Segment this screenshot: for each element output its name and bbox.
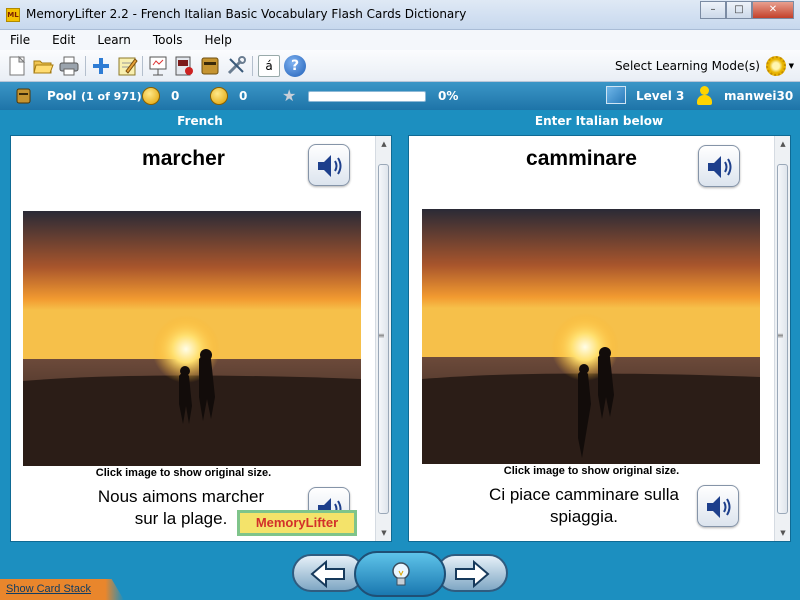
- level-icon: [606, 86, 626, 104]
- title-bar: ML MemoryLifter 2.2 - French Italian Bas…: [0, 0, 800, 30]
- scroll-down-icon[interactable]: ▼: [775, 525, 790, 541]
- add-card-icon[interactable]: [90, 55, 112, 77]
- hint-button[interactable]: [354, 551, 446, 597]
- question-panel-title: French: [177, 114, 223, 128]
- next-card-button[interactable]: [436, 554, 508, 592]
- show-card-stack-link[interactable]: Show Card Stack: [6, 583, 91, 595]
- dictionary-icon[interactable]: [199, 55, 221, 77]
- minimize-button[interactable]: –: [700, 1, 726, 19]
- answer-image[interactable]: [422, 209, 760, 464]
- menu-learn[interactable]: Learn: [97, 33, 131, 47]
- question-image[interactable]: [23, 211, 361, 466]
- app-icon: ML: [6, 8, 20, 22]
- speaker-icon: [707, 496, 731, 518]
- menu-tools[interactable]: Tools: [153, 33, 183, 47]
- pool-icon: [16, 88, 31, 104]
- answer-sentence-audio-button[interactable]: [697, 485, 739, 527]
- arrow-right-icon: [455, 559, 490, 589]
- show-card-stack-tab[interactable]: Show Card Stack: [0, 579, 124, 600]
- print-icon[interactable]: [58, 55, 80, 77]
- grip-icon: ≡: [777, 331, 784, 340]
- speaker-icon: [318, 155, 342, 177]
- toolbar-separator: [252, 56, 253, 76]
- answer-example-sentence: Ci piace camminare sulla spiaggia.: [459, 484, 709, 528]
- question-sentence-line-1: Nous aimons marcher: [97, 487, 265, 506]
- scroll-up-icon[interactable]: ▲: [376, 136, 391, 152]
- lightbulb-icon: [392, 562, 410, 586]
- user-name: manwei30: [724, 89, 794, 103]
- question-word: marcher: [142, 147, 225, 170]
- toolbar: á ? Select Learning Mode(s) ▼: [0, 50, 800, 82]
- toolbar-separator: [85, 56, 86, 76]
- question-scrollbar[interactable]: ▲ ≡ ▼: [375, 136, 391, 541]
- presentation-icon[interactable]: [147, 55, 169, 77]
- main-area: French Enter Italian below marcher Click…: [0, 110, 800, 600]
- new-icon[interactable]: [6, 55, 28, 77]
- pool-label: Pool: [47, 89, 77, 103]
- happy-smiley-icon: [142, 87, 160, 105]
- question-card: marcher Click image to show original siz…: [10, 135, 392, 542]
- answer-sentence-line-1: Ci piace camminare sulla: [489, 485, 679, 504]
- tools-icon[interactable]: [225, 55, 247, 77]
- answer-image-caption: Click image to show original size.: [503, 465, 680, 477]
- special-char-icon[interactable]: á: [258, 55, 280, 77]
- help-icon[interactable]: ?: [284, 55, 306, 77]
- level-label: Level 3: [636, 89, 685, 103]
- menu-file[interactable]: File: [10, 33, 30, 47]
- select-learning-mode-label[interactable]: Select Learning Mode(s): [615, 59, 760, 73]
- menu-help[interactable]: Help: [204, 33, 231, 47]
- grip-icon: ≡: [378, 331, 385, 340]
- window-title: MemoryLifter 2.2 - French Italian Basic …: [26, 7, 467, 21]
- arrow-left-icon: [310, 559, 345, 589]
- edit-icon[interactable]: [116, 55, 138, 77]
- answer-audio-button[interactable]: [698, 145, 740, 187]
- pool-count: (1 of 971): [81, 90, 142, 103]
- question-image-caption: Click image to show original size.: [95, 467, 272, 479]
- card-navigation: [292, 551, 508, 597]
- chevron-down-icon[interactable]: ▼: [789, 62, 794, 70]
- speaker-icon: [708, 156, 732, 178]
- menu-edit[interactable]: Edit: [52, 33, 75, 47]
- status-bar: Pool (1 of 971) 0 0 ★ 0% Level 3 manwei3…: [0, 82, 800, 110]
- answer-card: camminare Click image to show original s…: [408, 135, 791, 542]
- maximize-button[interactable]: □: [726, 1, 752, 19]
- open-icon[interactable]: [32, 55, 54, 77]
- scroll-down-icon[interactable]: ▼: [376, 525, 391, 541]
- star-icon: ★: [282, 86, 297, 105]
- toolbar-separator: [142, 56, 143, 76]
- statistics-icon[interactable]: [173, 55, 195, 77]
- memorylifter-logo: MemoryLifter: [237, 510, 357, 536]
- question-audio-button[interactable]: [308, 144, 350, 186]
- menu-bar: File Edit Learn Tools Help: [0, 30, 800, 50]
- close-button[interactable]: ✕: [752, 1, 794, 19]
- happy-count: 0: [171, 89, 180, 103]
- answer-sentence-line-2: spiaggia.: [549, 507, 619, 526]
- sad-count: 0: [239, 89, 248, 103]
- answer-panel-title: Enter Italian below: [534, 114, 664, 128]
- user-icon: [697, 86, 712, 106]
- scroll-up-icon[interactable]: ▲: [775, 136, 790, 152]
- sad-smiley-icon: [210, 87, 228, 105]
- bottom-nav-bar: Show Card Stack: [0, 543, 800, 600]
- answer-scrollbar[interactable]: ▲ ≡ ▼: [774, 136, 790, 541]
- progress-bar: [308, 91, 426, 102]
- window-controls: – □ ✕: [700, 1, 794, 19]
- learning-mode-icon[interactable]: [766, 56, 786, 76]
- progress-text: 0%: [438, 89, 459, 103]
